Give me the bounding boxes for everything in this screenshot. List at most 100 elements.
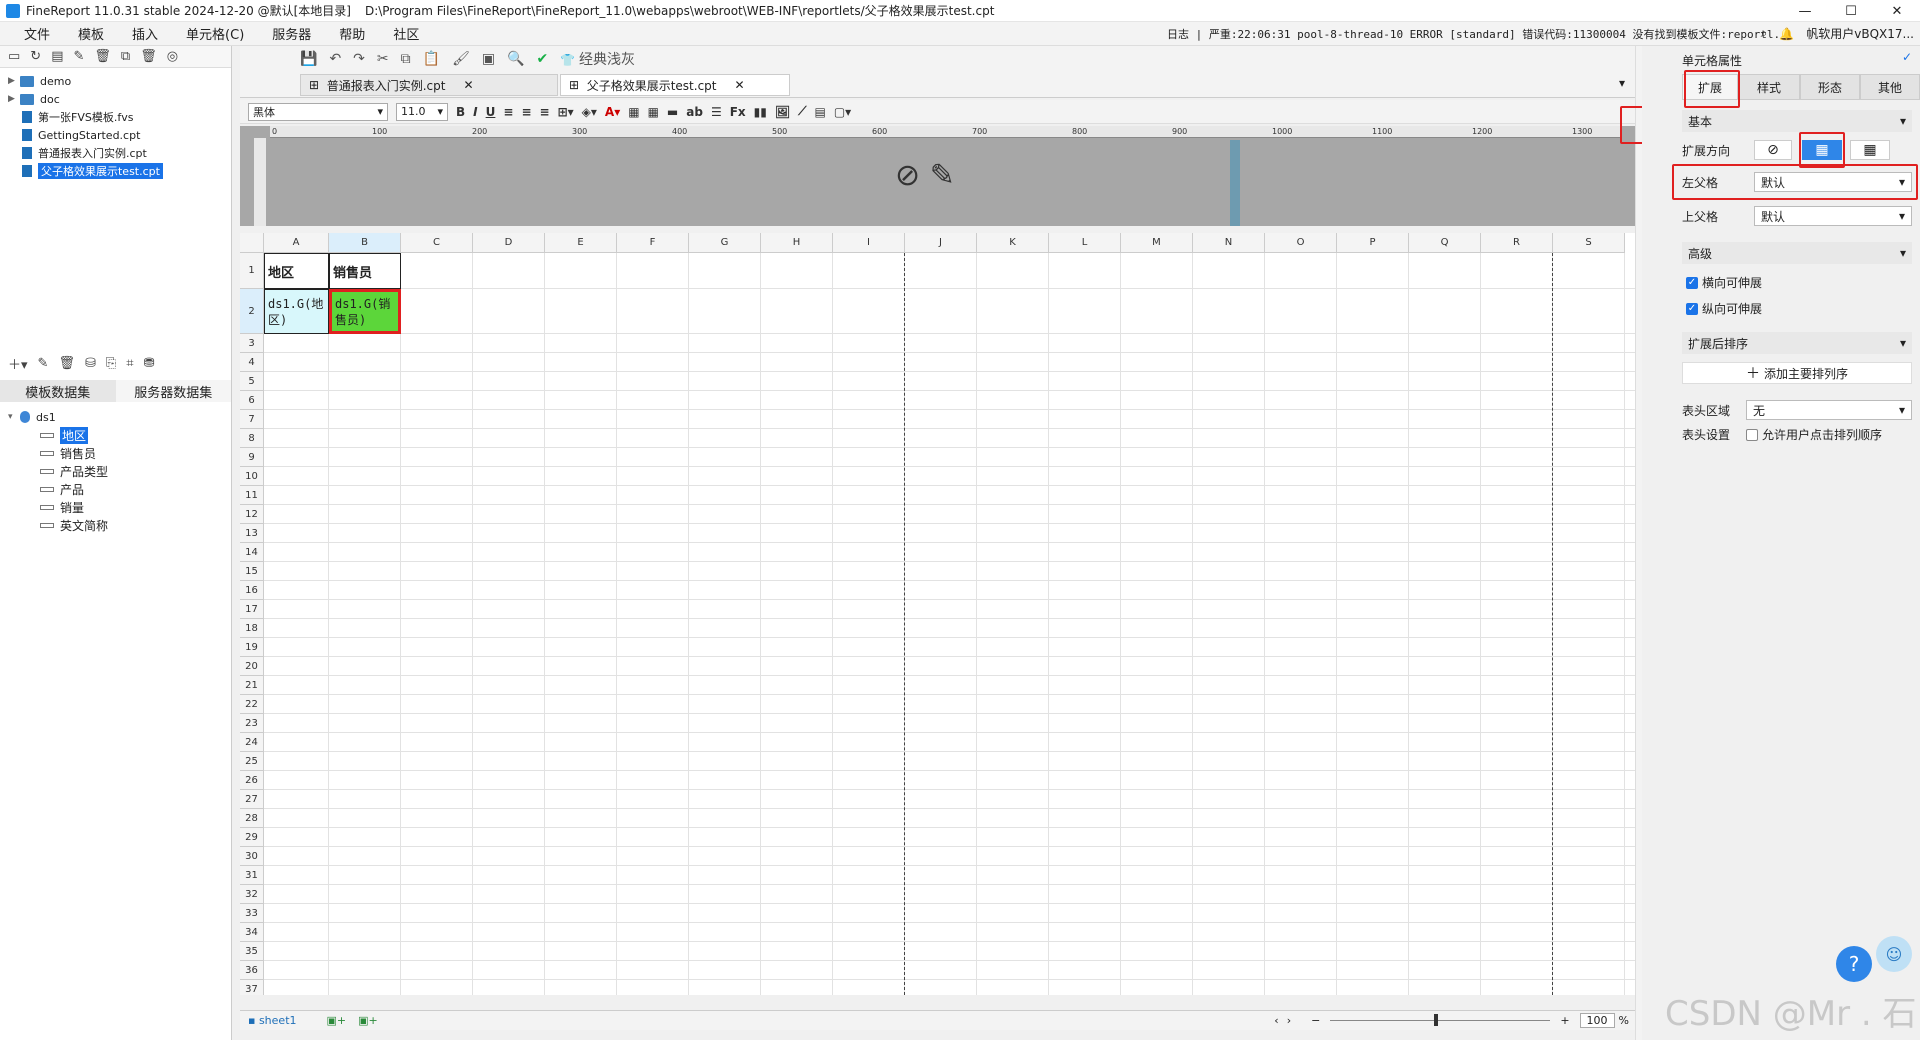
- row-header[interactable]: 10: [240, 467, 264, 486]
- subreport-icon[interactable]: ▤: [815, 105, 826, 119]
- col-header[interactable]: B: [329, 233, 401, 253]
- field-item[interactable]: 产品: [0, 480, 231, 498]
- slash-icon[interactable]: ⟋: [798, 104, 806, 119]
- copy-icon[interactable]: ⧉: [401, 51, 411, 67]
- col-header[interactable]: A: [264, 233, 329, 253]
- font-color-icon[interactable]: A▾: [605, 105, 620, 119]
- italic-icon[interactable]: I: [473, 105, 477, 119]
- menu-insert[interactable]: 插入: [118, 24, 172, 43]
- tree-item-demo[interactable]: ▶ demo: [0, 72, 231, 90]
- tab-file-2[interactable]: ⊞ 父子格效果展示test.cpt ✕: [560, 74, 790, 96]
- row-header[interactable]: 37: [240, 980, 264, 995]
- hidden-eye-icon[interactable]: ⊘ ✎: [895, 158, 955, 193]
- db-icon[interactable]: ⛁: [85, 356, 96, 371]
- col-header[interactable]: F: [617, 233, 689, 253]
- row-header[interactable]: 2: [240, 289, 264, 334]
- col-header[interactable]: R: [1481, 233, 1553, 253]
- row-header[interactable]: 7: [240, 410, 264, 429]
- field-item[interactable]: 销售员: [0, 444, 231, 462]
- col-header[interactable]: E: [545, 233, 617, 253]
- edit-icon[interactable]: ✎: [38, 356, 49, 371]
- zoom-slider[interactable]: [1330, 1014, 1551, 1026]
- no-expand-icon[interactable]: ⊘: [1754, 140, 1792, 160]
- horizontal-stretch-checkbox[interactable]: ✓ 横向可伸展: [1686, 274, 1762, 291]
- section-advanced[interactable]: 高级 ▾: [1682, 242, 1912, 264]
- row-header[interactable]: 25: [240, 752, 264, 771]
- user-name[interactable]: 帆软用户vBQX17...: [1806, 25, 1914, 42]
- field-item[interactable]: 产品类型: [0, 462, 231, 480]
- tree-item-file[interactable]: GettingStarted.cpt: [0, 126, 231, 144]
- cell-B1[interactable]: 销售员: [329, 253, 401, 289]
- zoom-value[interactable]: 100: [1579, 1013, 1615, 1028]
- row-header[interactable]: 27: [240, 790, 264, 809]
- row-header[interactable]: 6: [240, 391, 264, 410]
- allow-user-sort-checkbox[interactable]: 允许用户点击排列顺序: [1746, 426, 1882, 443]
- row-header[interactable]: 5: [240, 372, 264, 391]
- text-icon[interactable]: ab: [686, 105, 703, 119]
- horizontal-expand-icon[interactable]: ▦: [1850, 140, 1890, 160]
- add-dataset-icon[interactable]: ＋▾: [8, 354, 28, 373]
- tab-other[interactable]: 其他: [1860, 74, 1920, 100]
- col-header[interactable]: J: [905, 233, 977, 253]
- trash-icon[interactable]: 🗑: [140, 49, 157, 64]
- unmerge-icon[interactable]: ▦: [648, 105, 659, 119]
- more-icon[interactable]: ▢▾: [834, 105, 851, 119]
- sheet-tab[interactable]: ▪ sheet1: [248, 1014, 297, 1027]
- tab-style[interactable]: 样式: [1738, 74, 1800, 100]
- minimize-button[interactable]: —: [1782, 0, 1828, 22]
- maximize-button[interactable]: ☐: [1828, 0, 1874, 22]
- param-icon[interactable]: ⌗: [126, 356, 133, 371]
- col-header[interactable]: K: [977, 233, 1049, 253]
- font-select[interactable]: 黑体 ▾: [248, 102, 388, 121]
- close-button[interactable]: ✕: [1874, 0, 1920, 22]
- row-header[interactable]: 30: [240, 847, 264, 866]
- row-header[interactable]: 12: [240, 505, 264, 524]
- row-header[interactable]: 26: [240, 771, 264, 790]
- spreadsheet-grid[interactable]: A B C D E F G H I J K L M N O P Q R S 12…: [240, 233, 1635, 995]
- menu-cell[interactable]: 单元格(C): [172, 24, 258, 43]
- row-header[interactable]: 32: [240, 885, 264, 904]
- align-left-icon[interactable]: ≡: [503, 105, 513, 119]
- delete-icon[interactable]: 🗑: [58, 356, 75, 371]
- delete-icon[interactable]: 🗑: [94, 49, 111, 64]
- refresh-icon[interactable]: ↻: [30, 49, 41, 64]
- col-header[interactable]: H: [761, 233, 833, 253]
- add-sort-button[interactable]: ＋添加主要排列序: [1682, 362, 1912, 384]
- row-header[interactable]: 13: [240, 524, 264, 543]
- tab-menu-icon[interactable]: ▾: [1619, 76, 1625, 90]
- locate-icon[interactable]: ◎: [167, 49, 178, 64]
- col-header[interactable]: C: [401, 233, 473, 253]
- row-header[interactable]: 17: [240, 600, 264, 619]
- status-log[interactable]: 日志 | 严重:22:06:31 pool-8-thread-10 ERROR …: [1167, 26, 1793, 42]
- tab-shape[interactable]: 形态: [1800, 74, 1860, 100]
- corner-cell[interactable]: [240, 233, 264, 253]
- row-header[interactable]: 19: [240, 638, 264, 657]
- col-header[interactable]: N: [1193, 233, 1265, 253]
- scroll-right-icon[interactable]: ›: [1287, 1014, 1291, 1027]
- copy-icon[interactable]: ⧉: [121, 49, 130, 64]
- col-header[interactable]: Q: [1409, 233, 1481, 253]
- col-header[interactable]: O: [1265, 233, 1337, 253]
- vertical-stretch-checkbox[interactable]: ✓ 纵向可伸展: [1686, 300, 1762, 317]
- redo-icon[interactable]: ↷: [353, 51, 365, 67]
- row-header[interactable]: 31: [240, 866, 264, 885]
- dataset-node[interactable]: ▾ ds1: [0, 408, 231, 426]
- tree-item-file-selected[interactable]: 父子格效果展示test.cpt: [0, 162, 231, 180]
- format-painter-icon[interactable]: 🖌: [452, 51, 470, 67]
- row-header[interactable]: 16: [240, 581, 264, 600]
- open-icon[interactable]: ▭: [8, 49, 20, 64]
- row-header[interactable]: 14: [240, 543, 264, 562]
- row-header[interactable]: 21: [240, 676, 264, 695]
- theme-button[interactable]: 👕 经典浅灰: [560, 49, 635, 69]
- menu-server[interactable]: 服务器: [258, 24, 325, 43]
- cell-B2[interactable]: ds1.G(销售员): [329, 289, 401, 334]
- tab-file-1[interactable]: ⊞ 普通报表入门实例.cpt ✕: [300, 74, 558, 96]
- cell-A1[interactable]: 地区: [264, 253, 329, 289]
- col-header[interactable]: G: [689, 233, 761, 253]
- chat-button[interactable]: ☺: [1876, 936, 1912, 972]
- undo-icon[interactable]: ↶: [329, 51, 341, 67]
- row-header[interactable]: 34: [240, 923, 264, 942]
- template-props-icon[interactable]: ▣: [482, 51, 495, 67]
- check-icon[interactable]: ✔: [537, 51, 549, 67]
- save-icon[interactable]: 💾: [300, 51, 317, 67]
